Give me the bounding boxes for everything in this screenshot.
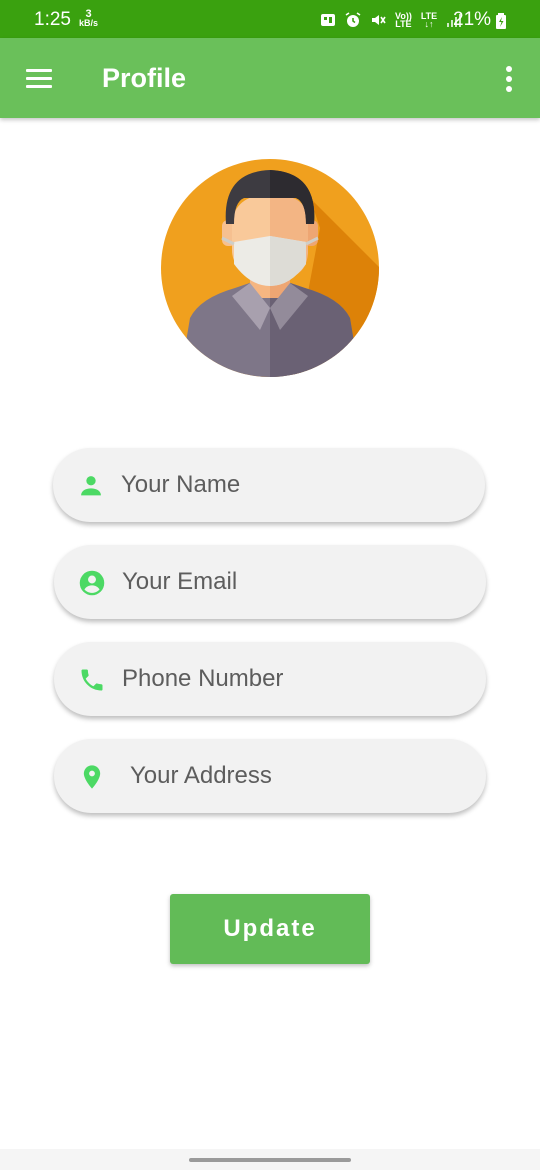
more-vert-icon[interactable] <box>500 64 518 94</box>
account-circle-icon <box>79 570 105 596</box>
lte-label: LTE <box>395 19 412 29</box>
status-bar: 1:25 3 kB/s Vo)) LTE LTE ↓↑ 21% <box>0 0 540 38</box>
status-icons: Vo)) LTE LTE ↓↑ <box>320 10 462 30</box>
wallet-icon <box>321 14 335 26</box>
status-time: 1:25 <box>34 9 71 30</box>
alarm-icon <box>345 12 361 27</box>
battery-charging-icon <box>496 13 506 29</box>
person-icon <box>81 476 101 496</box>
battery-percent: 21% <box>453 9 492 30</box>
phone-input[interactable] <box>122 654 462 704</box>
location-pin-icon <box>83 765 101 789</box>
phone-field[interactable] <box>54 642 486 716</box>
name-field[interactable] <box>53 448 485 522</box>
email-field[interactable] <box>54 545 486 619</box>
mute-icon <box>372 15 386 25</box>
app-bar: Profile <box>0 38 540 118</box>
email-input[interactable] <box>122 557 462 607</box>
name-input[interactable] <box>121 460 461 510</box>
home-gesture-handle[interactable] <box>189 1158 351 1162</box>
network-speed-unit: kB/s <box>79 18 99 28</box>
lte2-label: LTE <box>420 11 438 21</box>
volte-icon: Vo)) LTE <box>395 12 412 29</box>
page-title: Profile <box>102 63 187 93</box>
lte-icon: LTE ↓↑ <box>420 11 438 29</box>
address-field[interactable] <box>54 739 486 813</box>
hamburger-menu-icon[interactable] <box>24 66 56 92</box>
update-button[interactable]: Update <box>170 894 370 964</box>
masked-man-avatar-icon <box>161 159 379 377</box>
address-input[interactable] <box>130 751 470 801</box>
network-speed: 3 kB/s <box>79 9 99 28</box>
phone-icon <box>81 669 103 691</box>
system-nav-bar <box>0 1149 540 1170</box>
